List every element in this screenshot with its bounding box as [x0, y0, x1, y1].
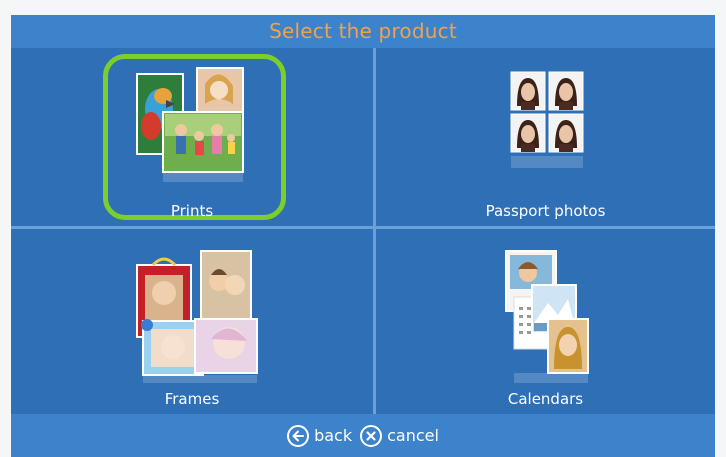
cancel-button[interactable]: cancel — [360, 424, 439, 447]
page-title: Select the product — [11, 15, 715, 48]
cancel-label: cancel — [387, 426, 439, 445]
frames-collage-icon — [136, 250, 258, 383]
tile-label-passport-photos: Passport photos — [485, 202, 606, 220]
tile-label-calendars: Calendars — [507, 390, 584, 408]
product-grid: Prints Passport photos Frames Calendars — [11, 48, 715, 414]
back-label: back — [314, 426, 353, 445]
tile-label-prints: Prints — [170, 202, 214, 220]
product-tile-calendars[interactable]: Calendars — [376, 229, 715, 414]
back-button[interactable]: back — [287, 424, 353, 447]
product-tile-prints[interactable]: Prints — [11, 48, 373, 226]
x-circle-icon — [360, 424, 383, 447]
tile-label-frames: Frames — [164, 390, 220, 408]
footer-bar: back cancel — [11, 414, 715, 457]
product-tile-frames[interactable]: Frames — [11, 229, 373, 414]
product-tile-passport-photos[interactable]: Passport photos — [376, 48, 715, 226]
calendars-collage-icon — [505, 250, 589, 383]
arrow-left-circle-icon — [287, 424, 310, 447]
passport-photos-icon — [510, 71, 584, 168]
prints-collage-icon — [136, 67, 244, 182]
app-window: Select the product Prints Passport photo… — [0, 0, 726, 457]
